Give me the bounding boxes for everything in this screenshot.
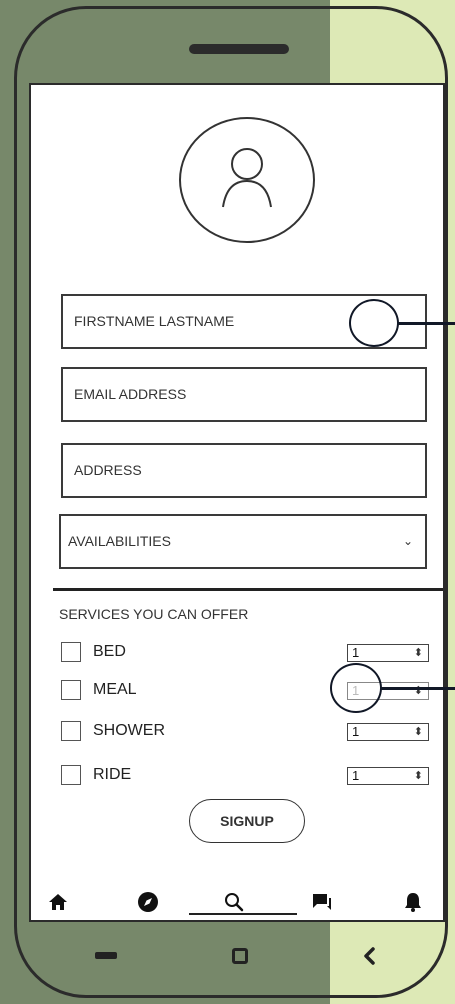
address-field[interactable]: ADDRESS [61, 443, 427, 498]
compass-icon[interactable] [136, 890, 160, 914]
shower-checkbox[interactable] [61, 721, 81, 741]
meal-label: MEAL [93, 681, 137, 698]
bottom-tab-bar [31, 878, 443, 920]
chevron-down-icon: ⌄ [402, 534, 413, 548]
recent-apps-button[interactable] [95, 952, 117, 959]
shower-quantity-stepper[interactable]: 1 ⬍ [347, 723, 429, 741]
bed-quantity-value: 1 [352, 645, 360, 660]
service-row-ride: RIDE 1 ⬍ [61, 765, 431, 787]
ride-quantity-value: 1 [352, 768, 360, 783]
bed-checkbox[interactable] [61, 642, 81, 662]
shower-quantity-value: 1 [352, 724, 360, 739]
signup-button[interactable]: SIGNUP [189, 799, 305, 843]
profile-avatar-upload[interactable] [179, 117, 315, 243]
app-screen: FIRSTNAME LASTNAME EMAIL ADDRESS ADDRESS… [29, 83, 445, 922]
bed-quantity-stepper[interactable]: 1 ⬍ [347, 644, 429, 662]
ride-label: RIDE [93, 766, 132, 783]
home-icon[interactable] [46, 890, 70, 914]
annotation-circle [349, 299, 399, 347]
service-row-shower: SHOWER 1 ⬍ [61, 721, 431, 743]
section-divider [53, 588, 443, 591]
email-field[interactable]: EMAIL ADDRESS [61, 367, 427, 422]
back-icon[interactable] [362, 946, 376, 966]
stepper-arrows-icon[interactable]: ⬍ [414, 768, 423, 784]
phone-speaker [189, 44, 289, 54]
stepper-arrows-icon[interactable]: ⬍ [414, 724, 423, 740]
availabilities-label: AVAILABILITIES [68, 533, 171, 549]
chat-icon[interactable] [310, 890, 334, 914]
ride-checkbox[interactable] [61, 765, 81, 785]
active-tab-indicator [189, 913, 297, 915]
bell-icon[interactable] [401, 890, 425, 914]
home-button[interactable] [232, 948, 248, 964]
service-row-bed: BED 1 ⬍ [61, 642, 431, 664]
email-placeholder: EMAIL ADDRESS [74, 386, 187, 402]
user-icon [222, 148, 272, 208]
fullname-placeholder: FIRSTNAME LASTNAME [74, 313, 235, 329]
services-title: SERVICES YOU CAN OFFER [59, 606, 249, 622]
shower-label: SHOWER [93, 722, 165, 739]
search-icon[interactable] [222, 890, 246, 914]
annotation-line [381, 687, 455, 690]
annotation-circle [330, 663, 382, 713]
address-placeholder: ADDRESS [74, 462, 142, 478]
stepper-arrows-icon[interactable]: ⬍ [414, 683, 423, 699]
stepper-arrows-icon[interactable]: ⬍ [414, 645, 423, 661]
bed-label: BED [93, 643, 126, 660]
meal-checkbox[interactable] [61, 680, 81, 700]
annotation-line [398, 322, 455, 325]
availabilities-select[interactable]: AVAILABILITIES ⌄ [59, 514, 427, 569]
ride-quantity-stepper[interactable]: 1 ⬍ [347, 767, 429, 785]
